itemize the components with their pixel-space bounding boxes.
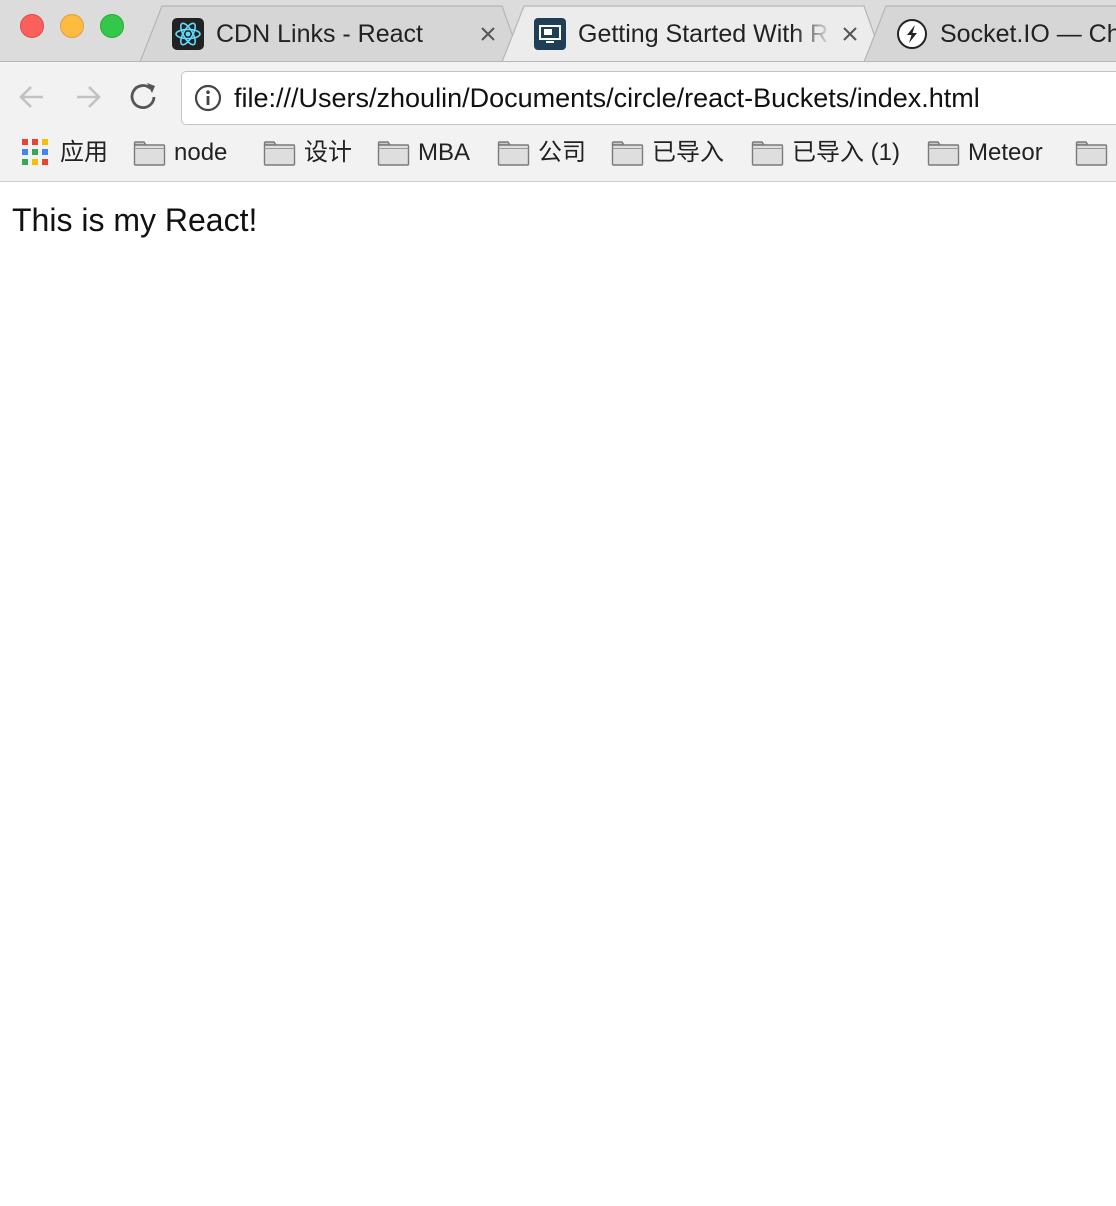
window-zoom-button[interactable]	[100, 14, 124, 38]
browser-toolbar: file:///Users/zhoulin/Documents/circle/r…	[0, 62, 1116, 132]
tab-close-icon[interactable]	[477, 23, 499, 45]
bookmark-folder-design[interactable]: 设计	[263, 132, 363, 181]
bookmark-label: 已导入	[652, 139, 724, 166]
bookmark-folder-imported-1[interactable]: 已导入 (1)	[751, 132, 916, 181]
tab-close-icon[interactable]	[839, 23, 861, 45]
bookmark-folder-node[interactable]: node	[133, 132, 243, 181]
url-text[interactable]: file:///Users/zhoulin/Documents/circle/r…	[234, 72, 980, 124]
folder-icon	[1075, 141, 1108, 166]
bookmark-label: 应用	[60, 139, 108, 166]
forward-arrow-icon[interactable]	[71, 80, 105, 114]
tab-cdn-links-react[interactable]: CDN Links - React	[140, 5, 522, 61]
bookmark-folder-meteor[interactable]: Meteor	[927, 132, 1062, 181]
bookmark-label: MBA	[418, 139, 471, 166]
folder-icon	[927, 141, 960, 166]
react-logo-icon	[172, 18, 204, 50]
bookmark-apps[interactable]: 应用	[20, 132, 112, 181]
apps-grid-icon	[22, 139, 48, 165]
folder-icon	[377, 141, 410, 166]
tab-title: Socket.IO — Ch	[940, 20, 1116, 48]
monitor-icon	[534, 18, 566, 50]
address-bar[interactable]: file:///Users/zhoulin/Documents/circle/r…	[181, 71, 1116, 125]
folder-icon	[611, 141, 644, 166]
window-minimize-button[interactable]	[60, 14, 84, 38]
info-icon[interactable]	[194, 84, 222, 112]
bookmark-folder-mba[interactable]: MBA	[377, 132, 482, 181]
back-arrow-icon[interactable]	[15, 80, 49, 114]
bookmark-label: 已导入 (1)	[792, 139, 900, 166]
bookmarks-bar: 应用 node 设计 MBA 公司 已导入 已导入 (1) Meteor	[0, 132, 1116, 182]
folder-icon	[263, 141, 296, 166]
socketio-icon	[896, 18, 928, 50]
page-viewport: This is my React!	[0, 182, 1116, 1206]
page-message: This is my React!	[12, 202, 258, 238]
bookmark-label: 设计	[304, 139, 352, 166]
window-close-button[interactable]	[20, 14, 44, 38]
tab-title: Getting Started With R	[578, 20, 829, 48]
bookmark-label: 公司	[538, 139, 586, 166]
folder-icon	[751, 141, 784, 166]
tab-getting-started[interactable]: Getting Started With R	[502, 5, 884, 61]
tab-strip: CDN Links - React Getting Started With R	[0, 0, 1116, 62]
bookmark-folder-overflow[interactable]	[1075, 132, 1116, 181]
folder-icon	[497, 141, 530, 166]
bookmark-label: node	[174, 139, 228, 166]
tab-socketio[interactable]: Socket.IO — Ch	[864, 5, 1116, 61]
bookmark-folder-company[interactable]: 公司	[497, 132, 597, 181]
folder-icon	[133, 141, 166, 166]
bookmark-label: Meteor	[968, 139, 1043, 166]
reload-icon[interactable]	[127, 80, 161, 114]
bookmark-folder-imported[interactable]: 已导入	[611, 132, 736, 181]
tab-title: CDN Links - React	[216, 20, 423, 48]
